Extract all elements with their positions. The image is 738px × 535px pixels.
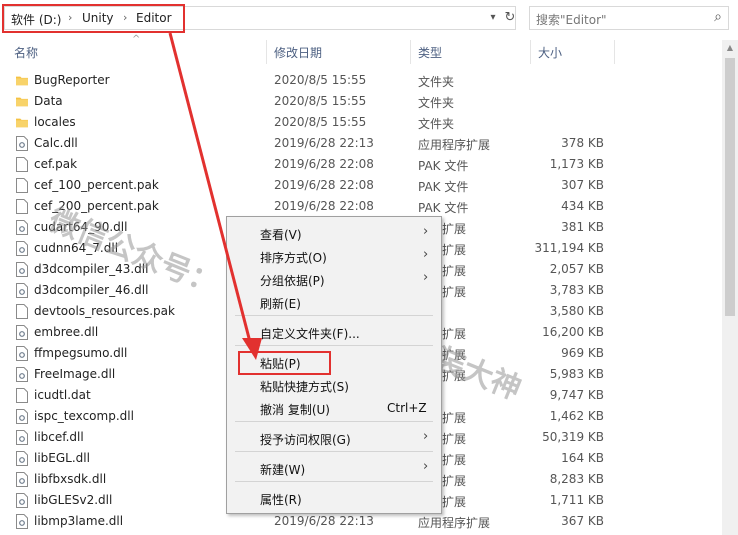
- red-arrow-line: [168, 32, 252, 343]
- red-arrow-annotation: [168, 32, 262, 360]
- red-arrow-head: [242, 338, 262, 360]
